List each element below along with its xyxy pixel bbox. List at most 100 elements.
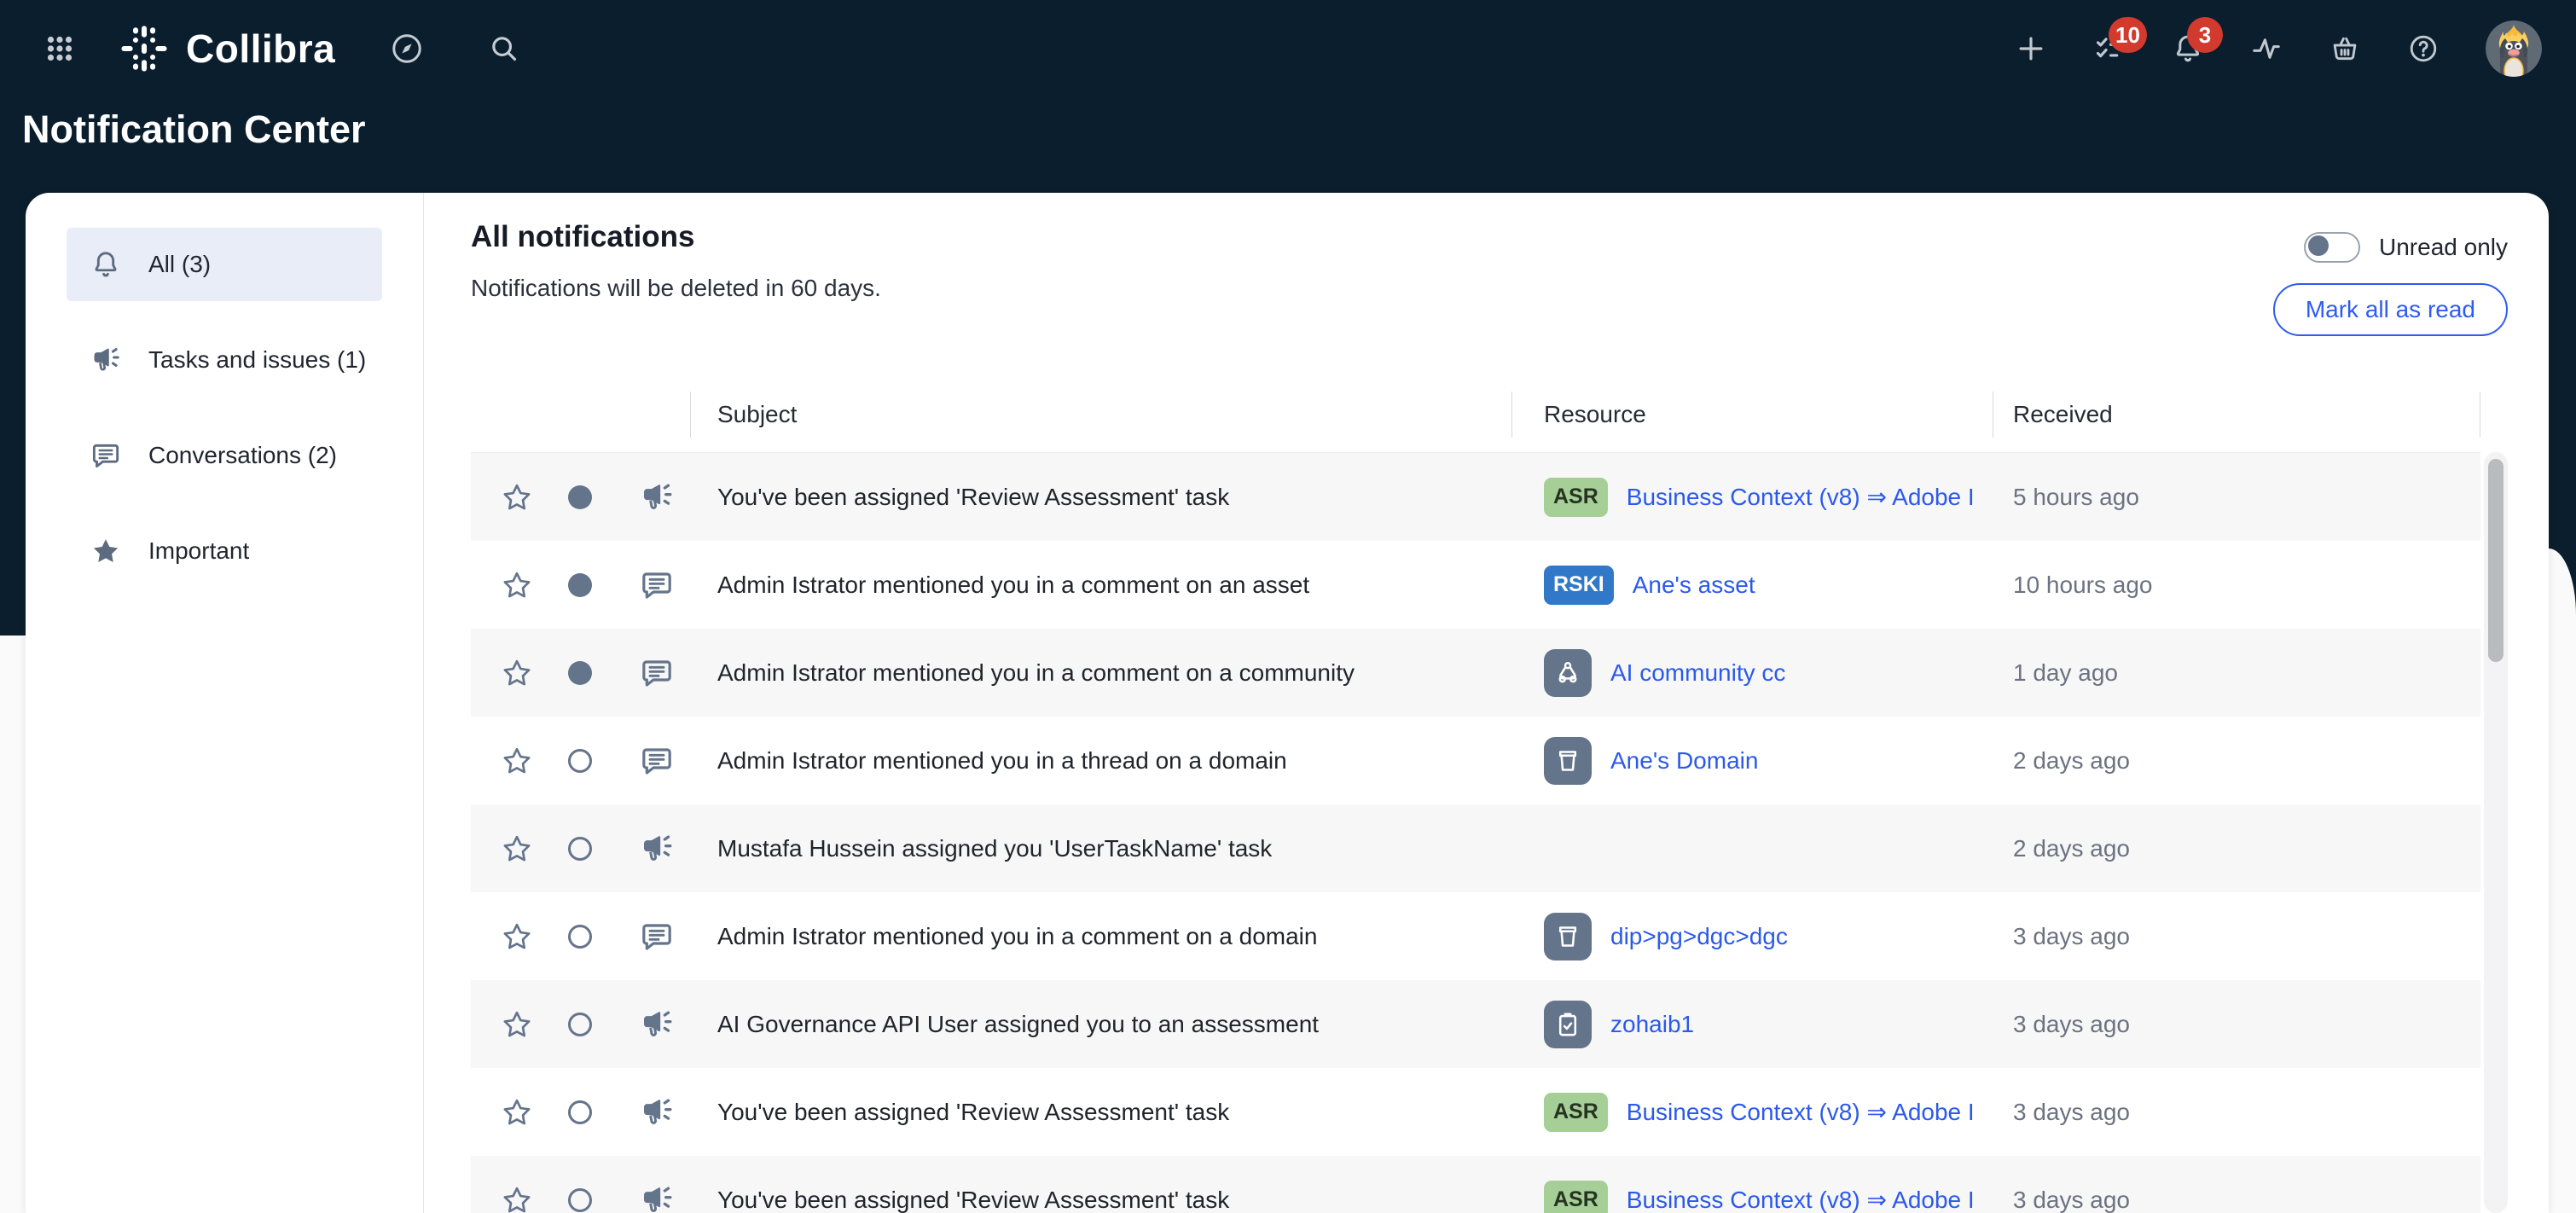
favorite-star-icon[interactable] xyxy=(502,1185,532,1213)
row-icon-cell xyxy=(471,480,690,514)
favorite-star-icon[interactable] xyxy=(502,833,532,864)
table-row[interactable]: You've been assigned 'Review Assessment'… xyxy=(471,453,2480,541)
subject-text: AI Governance API User assigned you to a… xyxy=(717,1011,1319,1037)
table-row[interactable]: Mustafa Hussein assigned you 'UserTaskNa… xyxy=(471,804,2480,892)
sidebar-item-tasks-and-issues[interactable]: Tasks and issues (1) xyxy=(67,323,382,397)
table-row[interactable]: You've been assigned 'Review Assessment'… xyxy=(471,1156,2480,1213)
megaphone-icon xyxy=(90,345,121,375)
megaphone-icon xyxy=(640,480,674,514)
resource-link[interactable]: Ane's asset xyxy=(1633,572,1755,599)
mark-all-as-read-button[interactable]: Mark all as read xyxy=(2273,283,2508,336)
collibra-logo-icon xyxy=(119,24,169,73)
received-text: 5 hours ago xyxy=(2013,484,2139,510)
app-grid-icon[interactable] xyxy=(44,33,75,64)
activity-pulse-icon[interactable] xyxy=(2250,32,2283,65)
favorite-star-icon[interactable] xyxy=(502,1097,532,1128)
resource-cell: zohaib1 xyxy=(1511,1001,1993,1048)
resource-type-badge: ASR xyxy=(1544,478,1608,517)
resource-link[interactable]: Business Context (v8) ⇒ Adobe I xyxy=(1627,1186,1975,1213)
comment-icon xyxy=(640,656,674,690)
marketplace-basket-icon[interactable] xyxy=(2329,32,2361,65)
unread-indicator xyxy=(568,749,592,773)
subject-text: Admin Istrator mentioned you in a commen… xyxy=(717,572,1309,598)
brand-wordmark: Collibra xyxy=(186,26,335,72)
subject-text: Admin Istrator mentioned you in a commen… xyxy=(717,923,1317,949)
table-row[interactable]: AI Governance API User assigned you to a… xyxy=(471,980,2480,1068)
star-icon xyxy=(90,536,121,566)
subject-text: Mustafa Hussein assigned you 'UserTaskNa… xyxy=(717,835,1272,862)
resource-cell: Ane's Domain xyxy=(1511,737,1993,785)
unread-indicator xyxy=(568,573,592,597)
unread-only-toggle[interactable] xyxy=(2304,232,2360,263)
subject-cell: Admin Istrator mentioned you in a commen… xyxy=(690,923,1511,950)
scrollbar-track[interactable] xyxy=(2484,452,2508,1213)
received-cell: 10 hours ago xyxy=(1993,572,2480,599)
domain-icon xyxy=(1544,913,1592,961)
table-row[interactable]: Admin Istrator mentioned you in a commen… xyxy=(471,892,2480,980)
resource-cell: ASR Business Context (v8) ⇒ Adobe I xyxy=(1511,478,1993,517)
header-resource: Resource xyxy=(1511,377,1993,452)
favorite-star-icon[interactable] xyxy=(502,921,532,952)
section-title: All notifications xyxy=(471,220,695,254)
row-icon-cell xyxy=(471,568,690,602)
unread-only-toggle-row[interactable]: Unread only xyxy=(2304,232,2508,263)
table-row[interactable]: Admin Istrator mentioned you in a thread… xyxy=(471,717,2480,804)
sidebar-item-conversations[interactable]: Conversations (2) xyxy=(67,419,382,492)
table-body: You've been assigned 'Review Assessment'… xyxy=(471,453,2480,1213)
table-row[interactable]: Admin Istrator mentioned you in a commen… xyxy=(471,541,2480,629)
resource-cell: dip>pg>dgc>dgc xyxy=(1511,913,1993,961)
collibra-logo[interactable]: Collibra xyxy=(119,24,335,73)
subject-text: You've been assigned 'Review Assessment'… xyxy=(717,484,1229,510)
create-plus-icon[interactable] xyxy=(2015,32,2047,65)
search-icon[interactable] xyxy=(488,32,520,65)
subject-text: You've been assigned 'Review Assessment'… xyxy=(717,1187,1229,1213)
sidebar-item-important[interactable]: Important xyxy=(67,514,382,588)
sidebar-item-all[interactable]: All (3) xyxy=(67,228,382,301)
header-icons-column xyxy=(471,377,690,452)
table-row[interactable]: Admin Istrator mentioned you in a commen… xyxy=(471,629,2480,717)
comment-icon xyxy=(640,568,674,602)
scrollbar-thumb[interactable] xyxy=(2488,459,2503,662)
subject-cell: You've been assigned 'Review Assessment'… xyxy=(690,484,1511,511)
sidebar-item-label: Tasks and issues (1) xyxy=(148,343,379,378)
comment-icon xyxy=(90,440,121,471)
resource-link[interactable]: zohaib1 xyxy=(1610,1011,1694,1038)
received-text: 3 days ago xyxy=(2013,923,2130,949)
notifications-bell-icon[interactable]: 3 xyxy=(2172,32,2204,65)
received-text: 2 days ago xyxy=(2013,835,2130,862)
resource-link[interactable]: Ane's Domain xyxy=(1610,747,1758,775)
resource-link[interactable]: Business Context (v8) ⇒ Adobe I xyxy=(1627,1098,1975,1126)
discover-compass-icon[interactable] xyxy=(389,31,425,67)
favorite-star-icon[interactable] xyxy=(502,658,532,688)
favorite-star-icon[interactable] xyxy=(502,482,532,513)
received-text: 3 days ago xyxy=(2013,1011,2130,1037)
toggle-knob xyxy=(2308,235,2329,256)
subject-cell: Admin Istrator mentioned you in a commen… xyxy=(690,572,1511,599)
resource-link[interactable]: dip>pg>dgc>dgc xyxy=(1610,923,1788,950)
notification-center-page: Collibra 10 3 xyxy=(0,0,2576,1213)
help-icon[interactable] xyxy=(2407,32,2440,65)
resource-cell: RSKI Ane's asset xyxy=(1511,566,1993,605)
tasks-icon[interactable]: 10 xyxy=(2093,32,2126,65)
resource-link[interactable]: AI community cc xyxy=(1610,659,1785,687)
subject-cell: AI Governance API User assigned you to a… xyxy=(690,1011,1511,1038)
subject-text: Admin Istrator mentioned you in a commen… xyxy=(717,659,1355,686)
table-row[interactable]: You've been assigned 'Review Assessment'… xyxy=(471,1068,2480,1156)
retention-note: Notifications will be deleted in 60 days… xyxy=(471,275,881,302)
row-icon-cell xyxy=(471,744,690,778)
megaphone-icon xyxy=(640,832,674,866)
subject-cell: You've been assigned 'Review Assessment'… xyxy=(690,1099,1511,1126)
favorite-star-icon[interactable] xyxy=(502,570,532,601)
user-avatar[interactable] xyxy=(2486,20,2542,77)
received-cell: 3 days ago xyxy=(1993,1011,2480,1038)
notifications-table: Subject Resource Received You've been as… xyxy=(471,377,2480,1213)
resource-link[interactable]: Business Context (v8) ⇒ Adobe I xyxy=(1627,483,1975,511)
comment-icon xyxy=(640,920,674,954)
list-controls: Unread only Mark all as read xyxy=(2273,232,2508,336)
sidebar: All (3) Tasks and issues (1) Conversatio… xyxy=(26,193,424,1213)
favorite-star-icon[interactable] xyxy=(502,1009,532,1040)
subject-cell: You've been assigned 'Review Assessment'… xyxy=(690,1187,1511,1213)
row-icon-cell xyxy=(471,832,690,866)
favorite-star-icon[interactable] xyxy=(502,746,532,776)
unread-only-label: Unread only xyxy=(2379,234,2508,261)
